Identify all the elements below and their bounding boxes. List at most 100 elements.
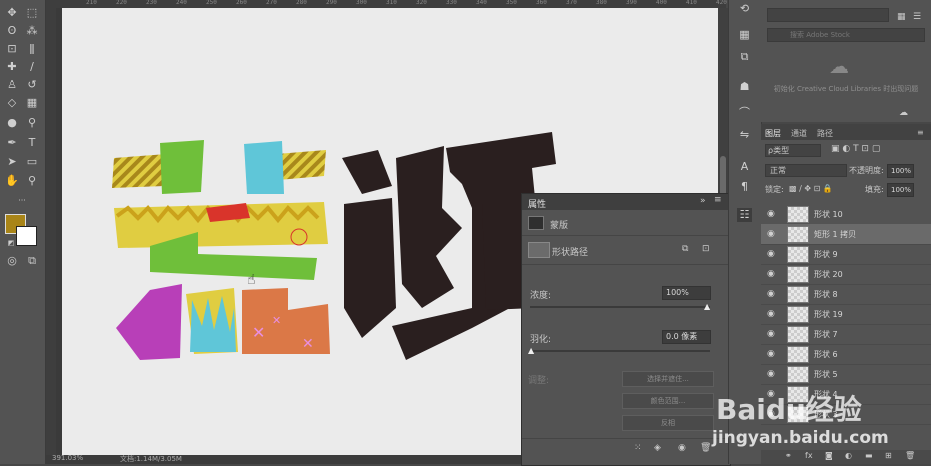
- background-color-swatch[interactable]: [16, 226, 37, 246]
- eye-icon[interactable]: ◉: [767, 309, 777, 319]
- fill-field[interactable]: 100%: [887, 183, 914, 197]
- hand-tool-icon[interactable]: ✋: [5, 174, 19, 188]
- history-icon[interactable]: ⟲: [737, 2, 752, 16]
- shape-path-thumbnail[interactable]: [528, 242, 550, 258]
- crop-tool-icon[interactable]: ⊡: [5, 42, 19, 56]
- load-selection-icon[interactable]: ⁙: [634, 443, 642, 453]
- pen-tool-icon[interactable]: ✒: [5, 136, 19, 150]
- apply-mask-icon[interactable]: ◈: [654, 443, 661, 453]
- eyedropper-icon[interactable]: ǁ: [25, 42, 39, 56]
- screen-mode-icon[interactable]: ⧉: [25, 254, 39, 268]
- purple-piece: [116, 284, 182, 360]
- layer-row[interactable]: ◉ 形状 19: [761, 304, 931, 325]
- grid-view-icon[interactable]: ▦: [897, 12, 906, 22]
- layer-row[interactable]: ◉ 形状 6: [761, 344, 931, 365]
- grid-icon[interactable]: ▦: [737, 28, 752, 42]
- magic-wand-icon[interactable]: ⁂: [25, 24, 39, 38]
- properties-icon[interactable]: ☷: [737, 208, 752, 222]
- layer-row[interactable]: ◉ 形状 20: [761, 264, 931, 285]
- tab-layers[interactable]: 图层: [765, 128, 781, 139]
- library-message: 初始化 Creative Cloud Libraries 时出现问题: [773, 85, 919, 93]
- tab-paths[interactable]: 路径: [817, 128, 833, 139]
- stock-search-input[interactable]: 搜索 Adobe Stock: [767, 28, 925, 42]
- eye-icon[interactable]: ◉: [767, 349, 777, 359]
- swatches-icon[interactable]: ⧉: [737, 50, 752, 64]
- layer-row[interactable]: ◉ 形状 9: [761, 244, 931, 265]
- fill-label: 填充:: [865, 185, 884, 194]
- quick-mask-icon[interactable]: ◎: [5, 254, 19, 268]
- marquee-tool-icon[interactable]: ⬚: [25, 6, 39, 20]
- default-colors-icon[interactable]: ◩: [4, 236, 18, 250]
- feather-field[interactable]: 0.0 像素: [662, 330, 711, 344]
- stripe-bar-left: [112, 154, 167, 188]
- select-and-mask-button[interactable]: 选择并遮住...: [622, 371, 714, 387]
- layer-row[interactable]: ◉ 形状 8: [761, 284, 931, 305]
- ruler-tick: 340: [476, 0, 487, 6]
- ruler-tick: 370: [566, 0, 577, 6]
- path-select-icon[interactable]: ➤: [5, 155, 19, 169]
- density-handle[interactable]: ▲: [704, 302, 710, 311]
- feather-handle[interactable]: ▲: [528, 346, 534, 355]
- add-mask-icon[interactable]: ⧉: [682, 244, 688, 254]
- move-tool-icon[interactable]: ✥: [5, 6, 19, 20]
- filter-icons[interactable]: ▣ ◐ T ⊡ ▢: [831, 144, 880, 154]
- opacity-field[interactable]: 100%: [887, 164, 914, 178]
- adjustments-icon[interactable]: ⇋: [737, 128, 752, 142]
- library-sync-icon[interactable]: ☁: [899, 108, 908, 118]
- watermark-url: jingyan.baidu.com: [712, 428, 889, 448]
- layers-menu-icon[interactable]: ≡: [917, 128, 924, 137]
- eye-icon[interactable]: ◉: [767, 229, 777, 239]
- hand-cursor-icon: ☝: [247, 272, 256, 288]
- layer-thumbnail: [787, 226, 809, 243]
- history-brush-icon[interactable]: ↺: [25, 78, 39, 92]
- eye-icon[interactable]: ◉: [767, 209, 777, 219]
- paths-icon[interactable]: ⌒: [737, 106, 752, 120]
- eraser-icon[interactable]: ◇: [5, 96, 19, 110]
- blend-mode-select[interactable]: 正常: [765, 164, 847, 177]
- layer-name: 形状 19: [814, 310, 843, 319]
- brush-tool-icon[interactable]: ∕: [25, 60, 39, 74]
- eye-icon[interactable]: ◉: [767, 269, 777, 279]
- clone-stamp-icon[interactable]: ♙: [5, 78, 19, 92]
- libraries-panel: ▦ ☰ 搜索 Adobe Stock ☁ 初始化 Creative Cloud …: [761, 0, 931, 122]
- ruler-tick: 260: [236, 0, 247, 6]
- collapse-icon[interactable]: »: [700, 196, 706, 206]
- zoom-tool-icon[interactable]: ⚲: [25, 174, 39, 188]
- mask-icon[interactable]: [528, 216, 544, 230]
- density-field[interactable]: 100%: [662, 286, 711, 300]
- layer-filter-dropdown[interactable]: ρ类型: [765, 144, 821, 157]
- eye-icon[interactable]: ◉: [767, 329, 777, 339]
- layer-row[interactable]: ◉ 形状 7: [761, 324, 931, 345]
- more-tools-icon[interactable]: ···: [15, 194, 29, 208]
- blur-tool-icon[interactable]: ●: [5, 116, 19, 130]
- healing-brush-icon[interactable]: ✚: [5, 60, 19, 74]
- list-view-icon[interactable]: ☰: [913, 12, 921, 22]
- layer-name: 形状 6: [814, 350, 838, 359]
- type-tool-icon[interactable]: T: [25, 136, 39, 150]
- zoom-level[interactable]: 391.03%: [52, 454, 83, 462]
- select-path-icon[interactable]: ⊡: [702, 244, 710, 254]
- library-dropdown[interactable]: [767, 8, 889, 22]
- layer-row[interactable]: ◉ 矩形 1 拷贝: [761, 224, 931, 245]
- paragraph-icon[interactable]: ¶: [737, 180, 752, 194]
- color-range-button[interactable]: 颜色范围...: [622, 393, 714, 409]
- ruler-tick: 280: [296, 0, 307, 6]
- invert-button[interactable]: 反相: [622, 415, 714, 431]
- delete-layer-icon[interactable]: 🗑: [905, 451, 915, 460]
- layer-comps-icon[interactable]: ☗: [737, 80, 752, 94]
- lasso-tool-icon[interactable]: ʘ: [5, 24, 19, 38]
- panel-menu-icon[interactable]: ≡: [714, 195, 722, 205]
- eye-icon[interactable]: ◉: [767, 249, 777, 259]
- layer-row[interactable]: ◉ 形状 10: [761, 204, 931, 225]
- ruler-tick: 210: [86, 0, 97, 6]
- lock-icons[interactable]: ▩ ∕ ✥ ⊡ 🔒: [789, 184, 833, 193]
- tab-channels[interactable]: 通道: [791, 128, 807, 139]
- eye-icon[interactable]: ◉: [767, 289, 777, 299]
- dodge-tool-icon[interactable]: ⚲: [25, 116, 39, 130]
- rectangle-tool-icon[interactable]: ▭: [25, 155, 39, 169]
- character-icon[interactable]: A: [737, 160, 752, 174]
- gradient-icon[interactable]: ▦: [25, 96, 39, 110]
- visibility-icon[interactable]: ◉: [678, 443, 686, 453]
- density-slider[interactable]: [530, 306, 710, 308]
- feather-slider[interactable]: [530, 350, 710, 352]
